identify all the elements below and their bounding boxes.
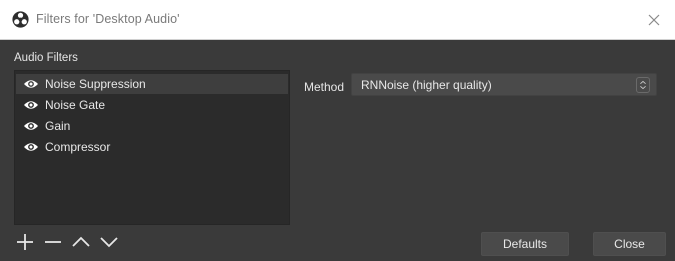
visibility-eye-icon[interactable] [23,120,39,132]
close-icon[interactable] [643,9,665,31]
filter-item-compressor[interactable]: Compressor [16,137,288,157]
move-down-icon[interactable] [100,233,118,251]
audio-filters-label: Audio Filters [14,52,78,64]
visibility-eye-icon[interactable] [23,141,39,153]
filter-item-gain[interactable]: Gain [16,116,288,136]
filter-list[interactable]: Noise Suppression Noise Gate Gain Compre… [14,70,290,225]
filter-item-label: Noise Gate [45,98,106,112]
filter-item-label: Noise Suppression [45,77,146,91]
method-selected-value: RNNoise (higher quality) [361,78,492,92]
title-bar: Filters for 'Desktop Audio' [0,0,675,40]
filter-item-noise-suppression[interactable]: Noise Suppression [16,74,288,94]
up-down-chevron-icon [636,77,650,93]
filter-item-label: Compressor [45,140,111,154]
filter-item-noise-gate[interactable]: Noise Gate [16,95,288,115]
obs-logo-icon [12,11,29,28]
window-title: Filters for 'Desktop Audio' [36,12,180,26]
method-label: Method [304,80,345,94]
visibility-eye-icon[interactable] [23,78,39,90]
defaults-button[interactable]: Defaults [481,232,569,256]
move-up-icon[interactable] [72,233,90,251]
remove-icon[interactable] [44,233,62,251]
add-icon[interactable] [16,233,34,251]
filter-item-label: Gain [45,119,71,133]
visibility-eye-icon[interactable] [23,99,39,111]
method-dropdown[interactable]: RNNoise (higher quality) [351,73,657,96]
close-button[interactable]: Close [593,232,666,256]
